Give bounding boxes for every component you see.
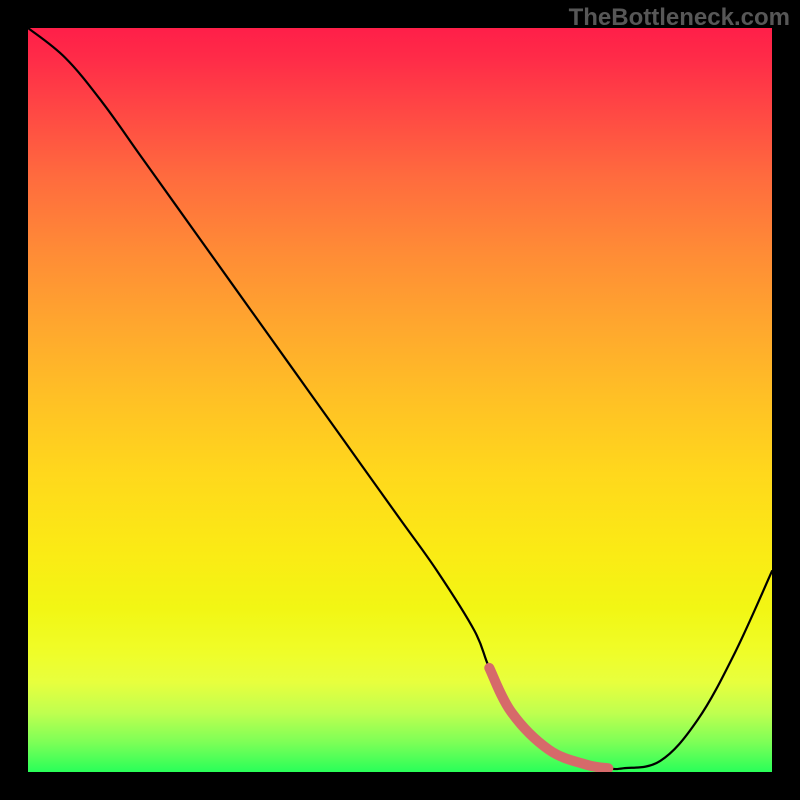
chart-container: TheBottleneck.com: [0, 0, 800, 800]
highlight-range-path: [489, 668, 608, 768]
bottleneck-curve-path: [28, 28, 772, 769]
chart-svg: [28, 28, 772, 772]
watermark-text: TheBottleneck.com: [569, 4, 790, 32]
plot-area: [28, 28, 772, 772]
